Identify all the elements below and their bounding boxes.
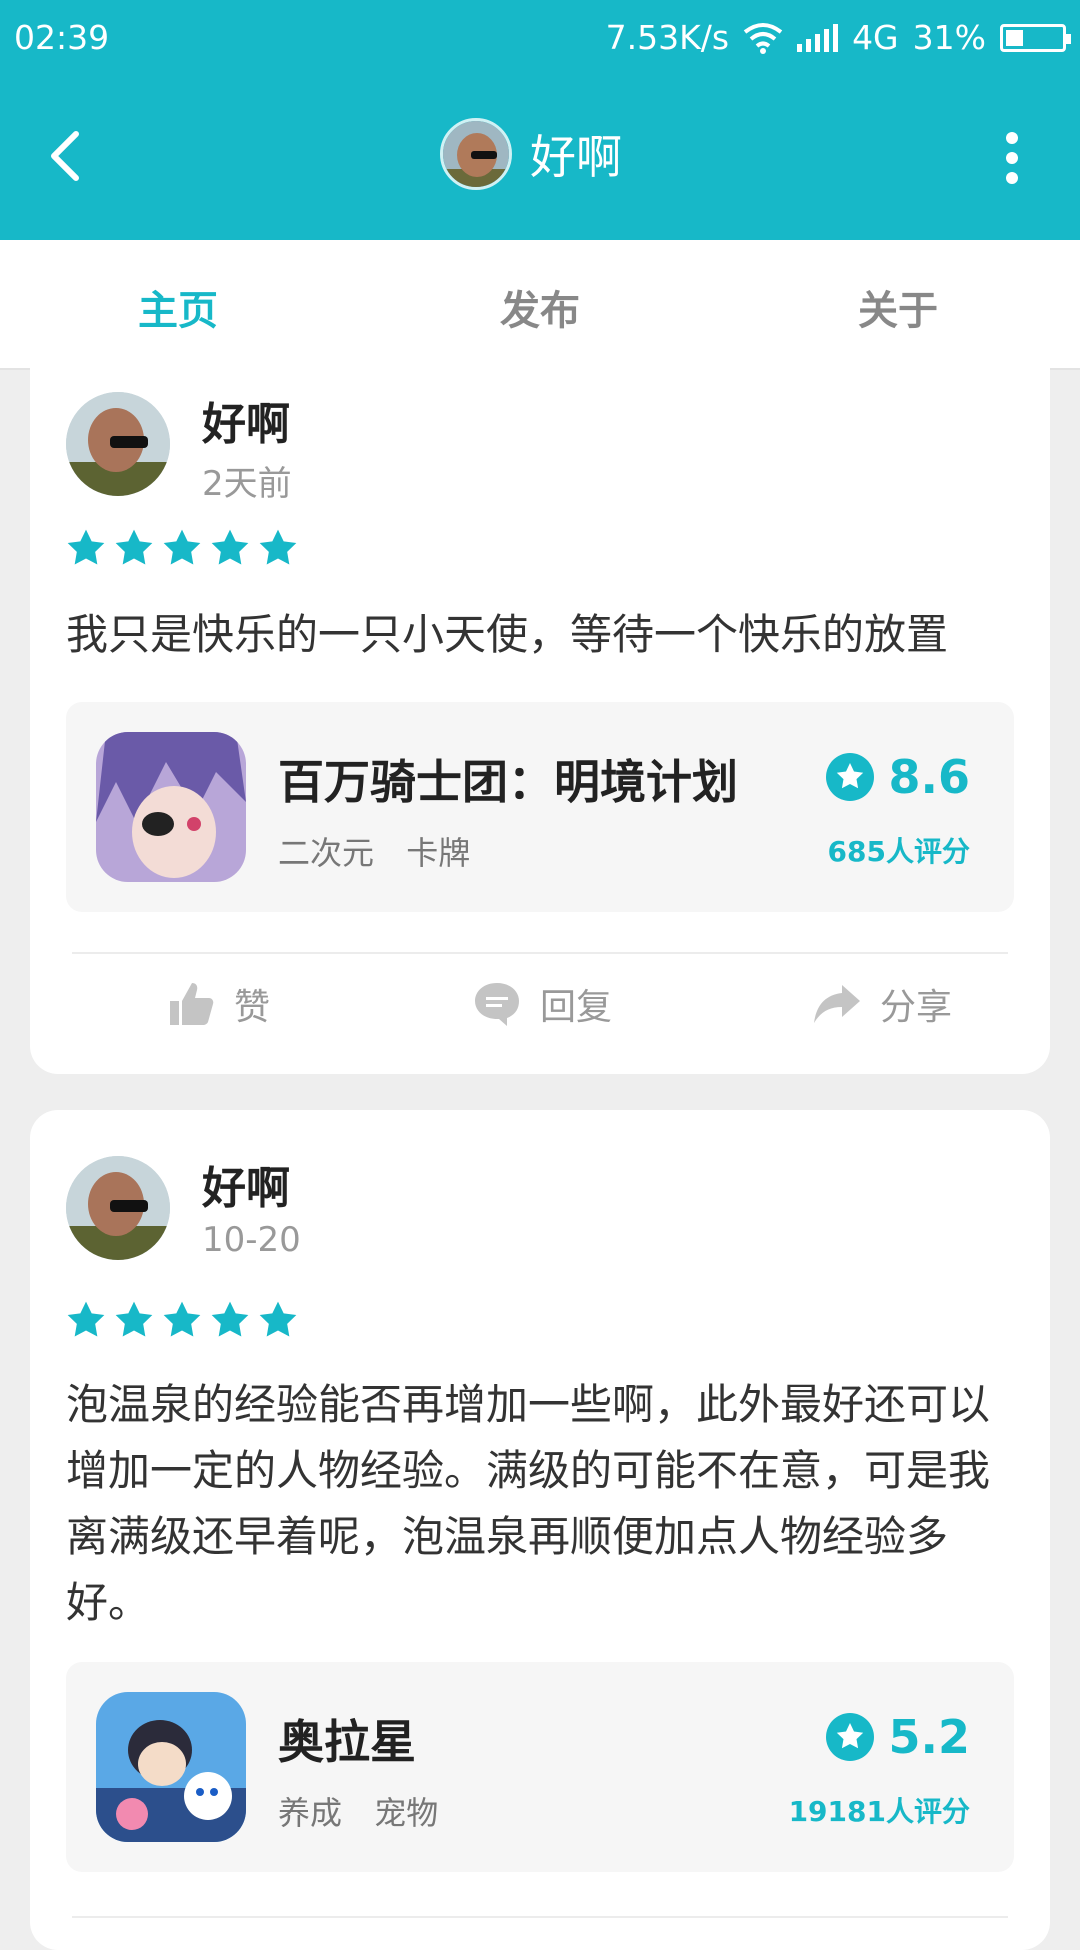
more-vertical-icon[interactable] xyxy=(1002,128,1022,188)
post-username[interactable]: 好啊 xyxy=(202,388,290,452)
reply-label: 回复 xyxy=(540,987,613,1028)
like-label: 赞 xyxy=(234,987,271,1028)
status-time: 02:39 xyxy=(14,18,110,57)
tab-posts[interactable]: 发布 xyxy=(500,278,580,336)
game-tag: 卡牌 xyxy=(406,834,471,872)
rating-stars xyxy=(66,528,298,568)
post-card[interactable]: 好啊 2天前 我只是快乐的一只小天使，等待一个快乐的放置 百万骑士团：明境计划 … xyxy=(30,330,1050,1074)
post-text: 我只是快乐的一只小天使，等待一个快乐的放置 xyxy=(66,610,949,659)
post-date: 2天前 xyxy=(202,464,292,504)
avatar[interactable] xyxy=(66,392,170,496)
game-icon xyxy=(96,732,246,882)
game-card[interactable]: 奥拉星 养成 宠物 5.2 19181人评分 xyxy=(66,1662,1014,1872)
game-score: 5.2 xyxy=(825,1710,971,1764)
header-title: 好啊 xyxy=(530,130,622,184)
star-icon xyxy=(67,1301,105,1337)
score-star-icon xyxy=(825,753,874,801)
game-score: 8.6 xyxy=(825,750,971,804)
score-value: 8.6 xyxy=(888,750,971,804)
back-arrow-icon[interactable] xyxy=(40,128,96,184)
game-name: 奥拉星 xyxy=(278,1715,416,1769)
share-label: 分享 xyxy=(880,987,953,1028)
app-header: 02:39 7.53K/s 4G 31% 好啊 xyxy=(0,0,1080,240)
header-avatar xyxy=(440,118,512,190)
status-bar: 02:39 7.53K/s 4G 31% xyxy=(0,0,1080,76)
game-icon xyxy=(96,1692,246,1842)
rating-stars xyxy=(66,1300,298,1340)
post-text: 泡温泉的经验能否再增加一些啊，此外最好还可以增加一定的人物经验。满级的可能不在意… xyxy=(66,1380,991,1627)
star-icon xyxy=(211,529,249,565)
tab-about[interactable]: 关于 xyxy=(858,278,938,336)
star-icon xyxy=(163,1301,201,1337)
share-icon xyxy=(814,985,860,1023)
like-button[interactable]: 赞 xyxy=(166,978,270,1030)
network-type: 4G xyxy=(852,18,899,57)
post-date: 10-20 xyxy=(202,1220,301,1260)
game-tags: 二次元 卡牌 xyxy=(278,828,492,874)
score-value: 5.2 xyxy=(888,1710,971,1764)
battery-percent: 31% xyxy=(912,18,986,57)
star-icon xyxy=(259,1301,297,1337)
game-tag: 宠物 xyxy=(374,1794,439,1832)
game-tag: 二次元 xyxy=(278,834,375,872)
score-star-icon xyxy=(825,1713,874,1761)
battery-icon xyxy=(1000,23,1071,52)
star-icon xyxy=(211,1301,249,1337)
star-icon xyxy=(163,529,201,565)
game-name: 百万骑士团：明境计划 xyxy=(278,755,738,809)
post-username[interactable]: 好啊 xyxy=(202,1152,290,1216)
tab-home[interactable]: 主页 xyxy=(138,278,218,336)
comment-icon xyxy=(475,983,519,1026)
star-icon xyxy=(67,529,105,565)
reply-button[interactable]: 回复 xyxy=(472,978,612,1030)
signal-icon xyxy=(797,23,839,52)
post-actions: 赞 回复 分享 xyxy=(30,956,1050,1056)
thumbs-up-icon xyxy=(170,983,214,1025)
rating-count: 19181人评分 xyxy=(788,1795,970,1828)
game-tags: 养成 宠物 xyxy=(278,1788,460,1834)
post-card[interactable]: 好啊 10-20 泡温泉的经验能否再增加一些啊，此外最好还可以增加一定的人物经验… xyxy=(30,1110,1050,1950)
avatar[interactable] xyxy=(66,1156,170,1260)
star-icon xyxy=(115,529,153,565)
game-card[interactable]: 百万骑士团：明境计划 二次元 卡牌 8.6 685人评分 xyxy=(66,702,1014,912)
network-speed: 7.53K/s xyxy=(605,18,730,57)
share-button[interactable]: 分享 xyxy=(812,978,952,1030)
rating-count: 685人评分 xyxy=(827,835,970,868)
star-icon xyxy=(259,529,297,565)
wifi-icon xyxy=(743,22,783,54)
divider xyxy=(72,952,1008,954)
divider xyxy=(72,1916,1008,1918)
star-icon xyxy=(115,1301,153,1337)
game-tag: 养成 xyxy=(278,1794,343,1832)
